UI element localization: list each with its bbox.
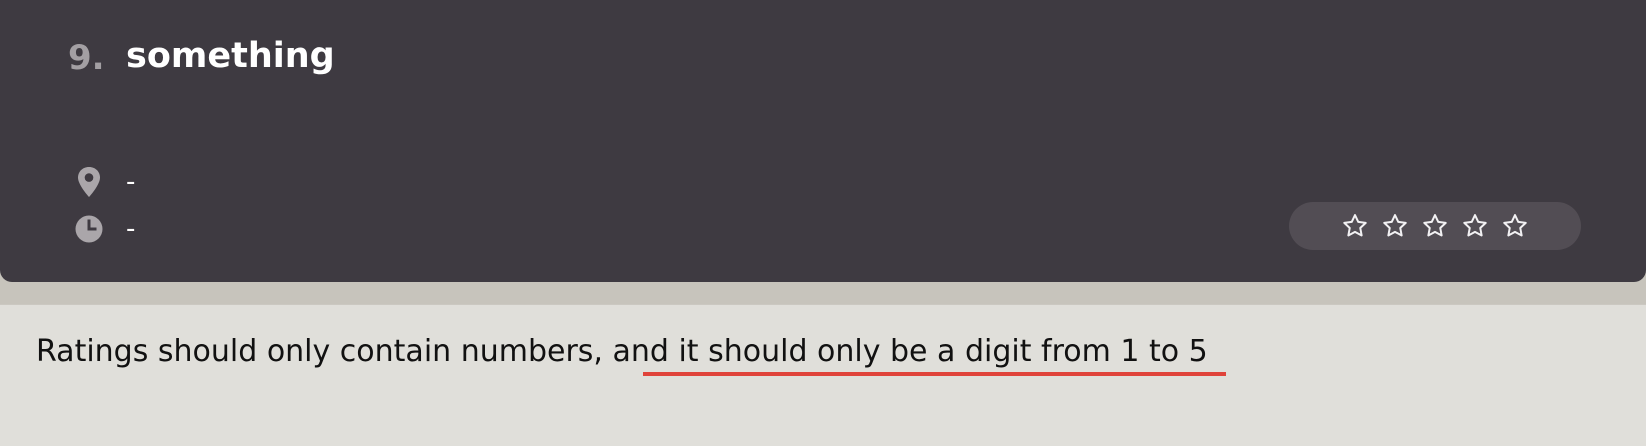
time-row: - xyxy=(74,212,135,246)
star-icon[interactable] xyxy=(1460,211,1490,241)
result-message: Ratings should only contain numbers, and… xyxy=(36,334,1208,369)
divider xyxy=(0,304,1646,305)
time-value: - xyxy=(126,214,136,244)
task-title: something xyxy=(126,36,335,76)
star-rating[interactable] xyxy=(1289,202,1581,250)
location-pin-icon xyxy=(74,166,104,198)
task-index: 9. xyxy=(68,38,105,78)
star-icon[interactable] xyxy=(1420,211,1450,241)
error-underline xyxy=(643,372,1226,376)
star-icon[interactable] xyxy=(1380,211,1410,241)
task-card[interactable]: 9. something - - xyxy=(0,0,1646,282)
star-icon[interactable] xyxy=(1500,211,1530,241)
location-value: - xyxy=(126,167,136,197)
location-row: - xyxy=(74,165,135,199)
clock-icon xyxy=(74,213,104,245)
star-icon[interactable] xyxy=(1340,211,1370,241)
